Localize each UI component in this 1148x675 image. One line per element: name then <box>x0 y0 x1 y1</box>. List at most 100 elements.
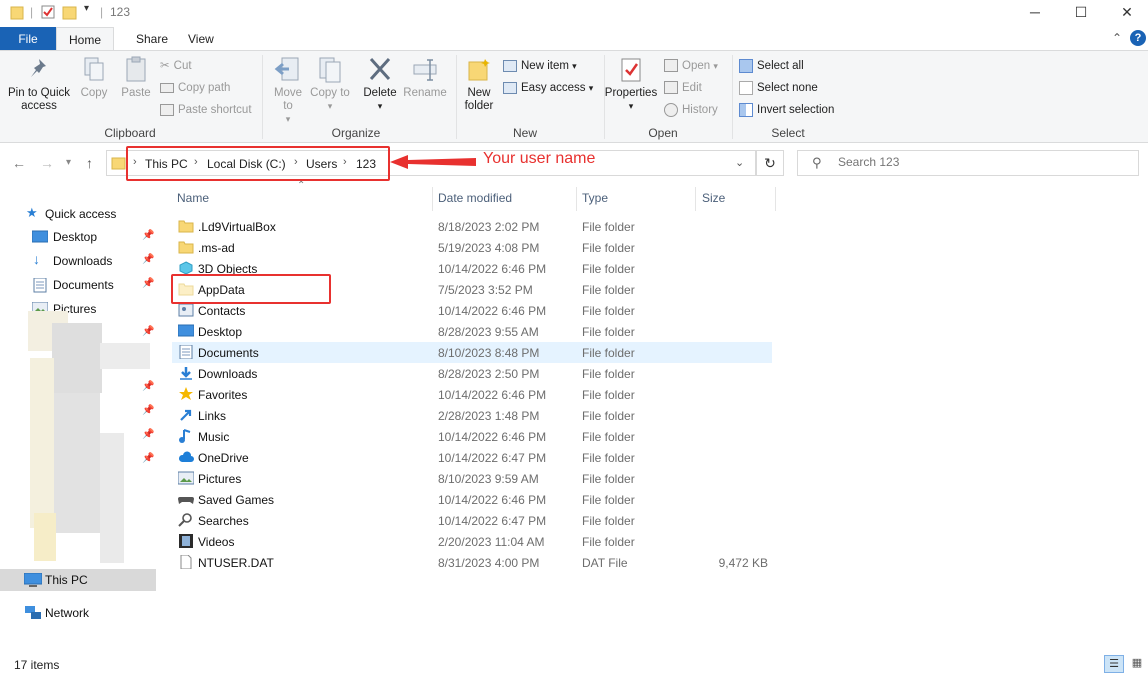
column-header-name[interactable]: Name <box>177 191 209 205</box>
contacts-icon <box>178 303 194 317</box>
edit-button[interactable]: Edit <box>664 79 702 97</box>
file-name: Searches <box>198 514 249 528</box>
search-input[interactable] <box>838 155 1118 169</box>
table-row[interactable]: Favorites 10/14/2022 6:46 PM File folder <box>172 384 772 405</box>
back-arrow-icon[interactable]: ← <box>12 155 26 171</box>
table-row[interactable]: Saved Games 10/14/2022 6:46 PM File folder <box>172 489 772 510</box>
table-row[interactable]: Music 10/14/2022 6:46 PM File folder <box>172 426 772 447</box>
file-type: File folder <box>582 220 635 234</box>
tab-view[interactable]: View <box>174 27 228 51</box>
download-icon <box>178 366 194 380</box>
history-button[interactable]: History <box>664 101 718 119</box>
collapse-ribbon-icon[interactable]: ⌃ <box>1112 31 1122 45</box>
nav-documents[interactable]: Documents 📌 <box>0 274 156 296</box>
annotation-label: Your user name <box>483 150 596 167</box>
copy-button[interactable]: Copy <box>76 55 112 100</box>
table-row[interactable]: Pictures 8/10/2023 9:59 AM File folder <box>172 468 772 489</box>
pin-icon[interactable]: 📌 <box>142 453 154 464</box>
file-date: 8/18/2023 2:02 PM <box>438 220 540 234</box>
new-item-button[interactable]: New item ▾ <box>503 57 577 75</box>
nav-pictures[interactable]: Pictures <box>0 298 156 320</box>
pin-icon[interactable]: 📌 <box>142 254 154 265</box>
file-name: Pictures <box>198 472 242 486</box>
nav-downloads[interactable]: ↓ Downloads 📌 <box>0 250 156 272</box>
maximize-button[interactable]: ☐ <box>1058 0 1104 26</box>
pin-icon[interactable]: 📌 <box>142 381 154 392</box>
table-row[interactable]: Links 2/28/2023 1:48 PM File folder <box>172 405 772 426</box>
pin-icon[interactable]: 📌 <box>142 429 154 440</box>
gamepad-icon <box>178 492 194 506</box>
recent-locations-icon[interactable]: ▾ <box>66 157 71 168</box>
pin-icon[interactable]: 📌 <box>142 230 154 241</box>
cut-button[interactable]: ✂ Cut <box>160 57 192 75</box>
large-icons-view-icon[interactable]: ▦ <box>1128 655 1146 673</box>
tab-home[interactable]: Home <box>56 27 114 51</box>
pin-icon[interactable]: 📌 <box>142 405 154 416</box>
column-divider[interactable] <box>695 187 696 211</box>
help-icon[interactable]: ? <box>1130 30 1146 46</box>
minimize-button[interactable]: ─ <box>1012 0 1058 26</box>
file-type: DAT File <box>582 556 628 570</box>
delete-button[interactable]: Delete ▾ <box>358 55 402 113</box>
properties-qa-icon[interactable] <box>40 4 56 20</box>
file-type: File folder <box>582 283 635 297</box>
pin-icon[interactable]: 📌 <box>142 278 154 289</box>
table-row[interactable]: .ms-ad 5/19/2023 4:08 PM File folder <box>172 237 772 258</box>
file-type: File folder <box>582 262 635 276</box>
nav-quick-access[interactable]: ★ Quick access <box>0 203 156 225</box>
select-all-button[interactable]: Select all <box>739 57 804 75</box>
documents-icon <box>178 344 194 360</box>
table-row[interactable]: Documents 8/10/2023 8:48 PM File folder <box>172 342 772 363</box>
file-type: File folder <box>582 346 635 360</box>
table-row[interactable]: Videos 2/20/2023 11:04 AM File folder <box>172 531 772 552</box>
invert-selection-button[interactable]: Invert selection <box>739 101 834 119</box>
qa-dropdown-icon[interactable]: ▾ <box>84 3 89 14</box>
column-divider[interactable] <box>775 187 776 211</box>
paste-shortcut-button[interactable]: Paste shortcut <box>160 101 252 119</box>
table-row[interactable]: .Ld9VirtualBox 8/18/2023 2:02 PM File fold… <box>172 216 772 237</box>
file-date: 10/14/2022 6:47 PM <box>438 451 547 465</box>
table-row[interactable]: Desktop 8/28/2023 9:55 AM File folder <box>172 321 772 342</box>
table-row[interactable]: OneDrive 10/14/2022 6:47 PM File folder <box>172 447 772 468</box>
copy-to-button[interactable]: Copy to ▾ <box>310 55 350 113</box>
copy-path-button[interactable]: Copy path <box>160 79 230 97</box>
pin-icon[interactable]: 📌 <box>142 326 154 337</box>
forward-arrow-icon[interactable]: → <box>40 155 54 171</box>
refresh-button[interactable]: ↻ <box>756 150 784 176</box>
history-clock-icon <box>664 102 678 117</box>
column-divider[interactable] <box>432 187 433 211</box>
rename-button[interactable]: Rename <box>402 55 448 100</box>
tab-file[interactable]: File <box>0 27 56 51</box>
new-folder-qa-icon[interactable] <box>62 4 78 20</box>
up-arrow-icon[interactable]: ↑ <box>86 155 93 171</box>
table-row[interactable]: Downloads 8/28/2023 2:50 PM File folder <box>172 363 772 384</box>
column-header-type[interactable]: Type <box>582 191 608 205</box>
column-header-date[interactable]: Date modified <box>438 191 512 205</box>
nav-desktop[interactable]: Desktop 📌 <box>0 226 156 248</box>
file-type: File folder <box>582 409 635 423</box>
ribbon-separator <box>456 55 457 139</box>
table-row[interactable]: NTUSER.DAT 8/31/2023 4:00 PM DAT File 9,472… <box>172 552 772 573</box>
copy-path-icon <box>160 82 174 93</box>
nav-this-pc[interactable]: This PC <box>0 569 156 591</box>
scissors-icon: ✂ <box>160 60 170 72</box>
move-to-button[interactable]: Move to ▾ <box>268 55 308 126</box>
select-none-button[interactable]: Select none <box>739 79 818 97</box>
easy-access-button[interactable]: Easy access ▾ <box>503 79 593 97</box>
search-box[interactable]: ⚲ <box>797 150 1139 176</box>
folder-icon <box>178 219 194 233</box>
open-button[interactable]: Open ▾ <box>664 57 718 75</box>
details-view-icon[interactable]: ☰ <box>1104 655 1124 673</box>
table-row[interactable]: Searches 10/14/2022 6:47 PM File folder <box>172 510 772 531</box>
file-date: 10/14/2022 6:46 PM <box>438 304 547 318</box>
file-date: 8/28/2023 9:55 AM <box>438 325 539 339</box>
column-divider[interactable] <box>576 187 577 211</box>
pin-quick-access-button[interactable]: Pin to Quick access <box>4 55 74 113</box>
nav-network[interactable]: Network <box>0 602 156 624</box>
close-button[interactable]: ✕ <box>1104 0 1148 26</box>
column-header-size[interactable]: Size <box>702 191 725 205</box>
paste-button[interactable]: Paste <box>116 55 156 100</box>
new-folder-button[interactable]: New folder <box>460 55 498 113</box>
address-dropdown-icon[interactable]: ⌄ <box>735 156 744 169</box>
properties-button[interactable]: Properties ▾ <box>604 55 658 113</box>
